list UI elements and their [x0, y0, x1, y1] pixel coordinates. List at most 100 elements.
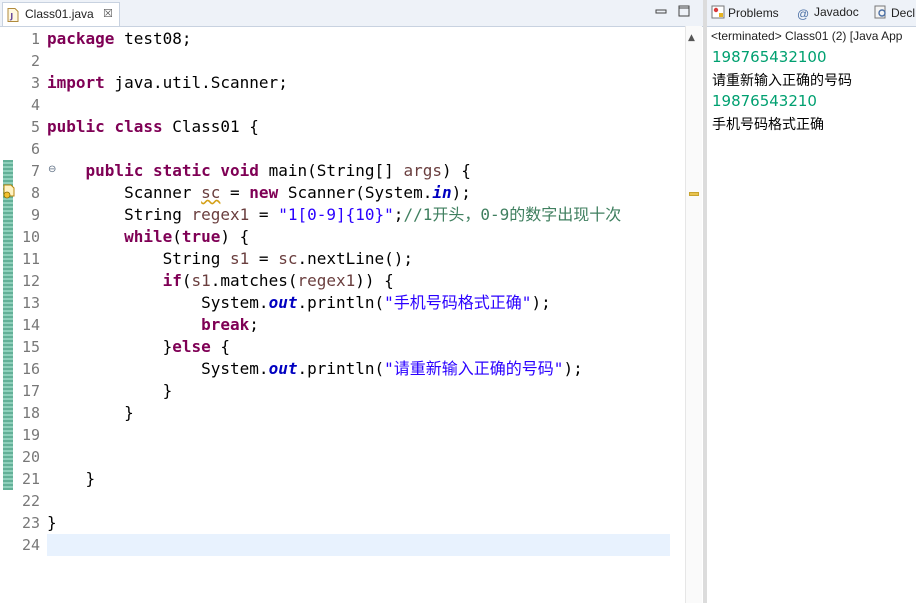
line-number: 16	[21, 360, 40, 378]
svg-text:J: J	[9, 12, 13, 21]
code-line[interactable]: while(true) {	[47, 226, 670, 248]
code-token: .nextLine();	[297, 249, 414, 268]
line-number: 1	[30, 30, 40, 48]
code-line[interactable]	[47, 490, 670, 512]
line-number: 5	[30, 118, 40, 136]
code-token: .println(	[297, 359, 385, 378]
code-line[interactable]	[47, 138, 670, 160]
code-line[interactable]: String s1 = sc.nextLine();	[47, 248, 670, 270]
code-token: true	[181, 227, 221, 246]
code-token: );	[531, 293, 551, 312]
code-line[interactable]: }	[47, 468, 670, 490]
line-number: 6	[30, 140, 40, 158]
code-line[interactable]: if(s1.matches(regex1)) {	[47, 270, 670, 292]
views-pane: Problems @ Javadoc Decl <terminated> Clas…	[707, 0, 916, 603]
tab-declaration[interactable]: Decl	[874, 5, 915, 23]
code-token: ;	[249, 315, 259, 334]
code-token: sc	[201, 183, 221, 202]
line-number: 17	[21, 382, 40, 400]
code-line[interactable]	[47, 50, 670, 72]
code-token: s1	[191, 271, 211, 290]
code-token: in	[432, 183, 452, 202]
code-line[interactable]: break;	[47, 314, 670, 336]
code-line[interactable]: System.out.println("手机号码格式正确");	[47, 292, 670, 314]
code-line[interactable]: }	[47, 512, 670, 534]
code-token: sc	[278, 249, 298, 268]
code-token: =	[249, 249, 279, 268]
console-output-line: 手机号码格式正确	[712, 117, 824, 133]
code-token: }	[47, 381, 173, 400]
overview-ruler[interactable]	[685, 26, 702, 603]
line-number: 14	[21, 316, 40, 334]
tab-class01-java[interactable]: J Class01.java ☒	[2, 2, 120, 26]
code-line[interactable]: public static void main(String[] args) {	[47, 160, 670, 182]
javadoc-icon: @	[797, 7, 810, 21]
code-token: package	[47, 29, 115, 48]
code-line[interactable]: }	[47, 380, 670, 402]
code-token: out	[268, 359, 298, 378]
code-token: if	[162, 271, 182, 290]
code-token: "手机号码格式正确"	[384, 293, 532, 312]
code-line[interactable]: public class Class01 {	[47, 116, 670, 138]
line-number-gutter: 1 2 3 4 5 6 7 ⊖ 8 9 10 11 12 13 14 15 16 17 18 19 20 21 22 23 24	[14, 26, 56, 603]
views-tab-bar: Problems @ Javadoc Decl	[707, 0, 916, 27]
code-token: main(String[]	[258, 161, 404, 180]
code-line[interactable]: import java.util.Scanner;	[47, 72, 670, 94]
code-token: java.util.Scanner;	[104, 73, 288, 92]
code-token: =	[249, 205, 279, 224]
code-token: .matches(	[210, 271, 298, 290]
code-token: );	[563, 359, 583, 378]
code-token: String	[47, 249, 231, 268]
java-file-icon: J	[7, 8, 19, 22]
code-line[interactable]: String regex1 = "1[0-9]{10}";//1开头，0-9的数…	[47, 204, 670, 226]
code-token: "1[0-9]{10}"	[278, 205, 394, 224]
tab-javadoc[interactable]: @ Javadoc	[797, 5, 859, 23]
code-line[interactable]	[47, 446, 670, 468]
code-area[interactable]: package test08; import java.util.Scanner;…	[47, 26, 670, 603]
code-token: break	[201, 315, 250, 334]
code-line-current[interactable]	[47, 534, 670, 556]
line-number: 10	[21, 228, 40, 246]
code-token: ) {	[441, 161, 471, 180]
code-editor[interactable]: J Class01.java ☒ 1 2 3 4 5 6 7 ⊖ 8 9 10 11 12 13 14 15 1…	[0, 0, 703, 603]
code-line[interactable]	[47, 424, 670, 446]
code-token: );	[451, 183, 471, 202]
tab-label: Javadoc	[814, 5, 859, 19]
overview-arrow-icon: ▲	[688, 33, 695, 43]
code-token: regex1	[191, 205, 250, 224]
code-token: while	[124, 227, 173, 246]
code-token: new	[249, 183, 279, 202]
code-line[interactable]	[47, 94, 670, 116]
code-token: public	[85, 161, 144, 180]
code-token: Scanner(System.	[278, 183, 433, 202]
code-line[interactable]: System.out.println("请重新输入正确的号码");	[47, 358, 670, 380]
line-number: 2	[30, 52, 40, 70]
close-icon[interactable]: ☒	[103, 7, 113, 20]
console-input-line: 198765432100	[712, 48, 827, 66]
code-token: {	[210, 337, 231, 356]
line-number: 23	[21, 514, 40, 532]
code-token: ;	[393, 205, 404, 224]
warning-overview-marker[interactable]	[689, 192, 699, 196]
line-number: 13	[21, 294, 40, 312]
code-token: public	[47, 117, 105, 136]
code-token: regex1	[297, 271, 356, 290]
code-line[interactable]: Scanner sc = new Scanner(System.in);	[47, 182, 670, 204]
code-token: s1	[230, 249, 250, 268]
code-line[interactable]: package test08;	[47, 28, 670, 50]
code-line[interactable]: }	[47, 402, 670, 424]
code-token: out	[268, 293, 298, 312]
code-token: else	[172, 337, 211, 356]
code-token: ) {	[220, 227, 250, 246]
code-token: (	[172, 227, 182, 246]
line-number: 11	[21, 250, 40, 268]
maximize-icon[interactable]	[677, 4, 691, 18]
line-number: 8	[30, 184, 40, 202]
code-line[interactable]: }else {	[47, 336, 670, 358]
minimize-icon[interactable]	[654, 4, 668, 18]
tab-problems[interactable]: Problems	[711, 5, 779, 23]
code-token: static	[152, 161, 211, 180]
